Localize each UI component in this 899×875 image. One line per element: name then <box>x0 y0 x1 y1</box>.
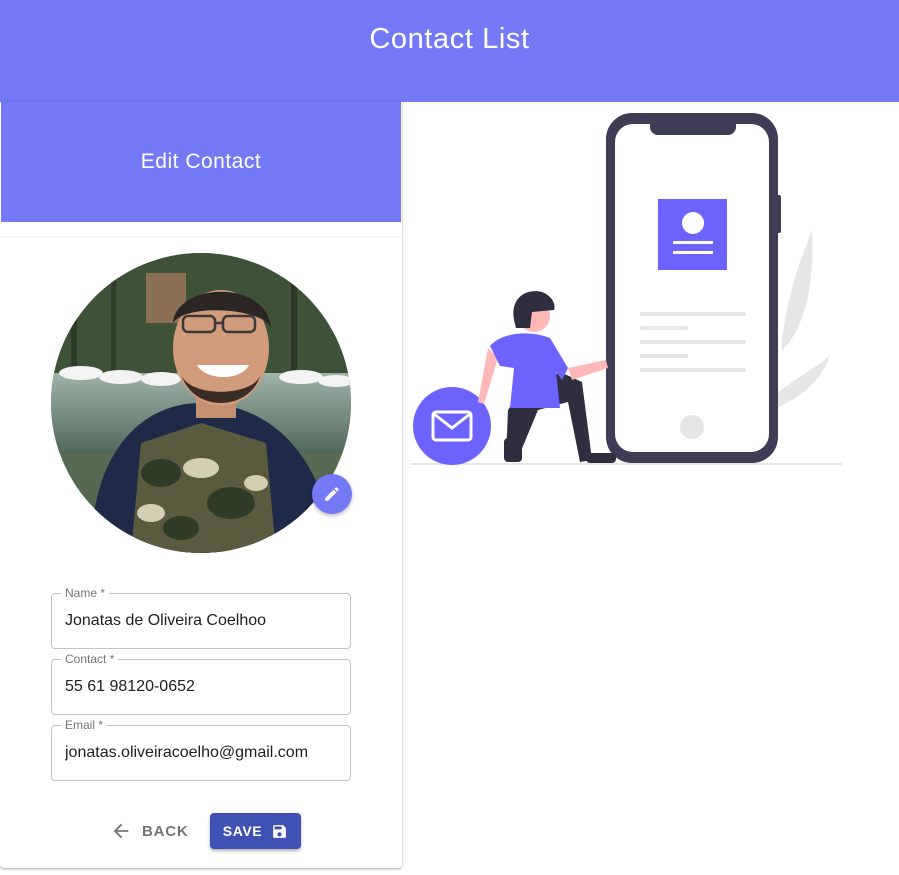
avatar <box>51 253 351 553</box>
contact-illustration <box>410 113 842 465</box>
app-title: Contact List <box>369 22 530 55</box>
edit-photo-button[interactable] <box>312 474 352 514</box>
card-header: Edit Contact <box>1 102 401 222</box>
app-bar: Contact List <box>0 0 899 102</box>
save-label: SAVE <box>222 823 263 839</box>
email-input[interactable] <box>65 741 341 765</box>
name-field: Name * <box>51 586 351 649</box>
email-label: Email * <box>61 718 108 732</box>
back-label: BACK <box>142 822 189 840</box>
card-title: Edit Contact <box>140 150 262 173</box>
name-label: Name * <box>61 586 110 600</box>
edit-contact-card: Edit Contact Name * Jonatas de Oliveira … <box>0 102 402 868</box>
avatar-container <box>51 253 352 553</box>
arrow-left-icon <box>113 823 129 839</box>
pencil-icon <box>325 487 339 501</box>
contact-field: Contact * <box>51 652 351 715</box>
save-button[interactable]: SAVE <box>210 813 301 849</box>
email-field: Email * <box>51 718 351 781</box>
contact-input[interactable] <box>65 675 341 699</box>
floppy-disk-icon <box>273 824 287 838</box>
back-button[interactable]: BACK <box>104 813 199 849</box>
name-input[interactable] <box>65 609 341 633</box>
contact-label: Contact * <box>61 652 119 666</box>
divider <box>1 236 401 237</box>
